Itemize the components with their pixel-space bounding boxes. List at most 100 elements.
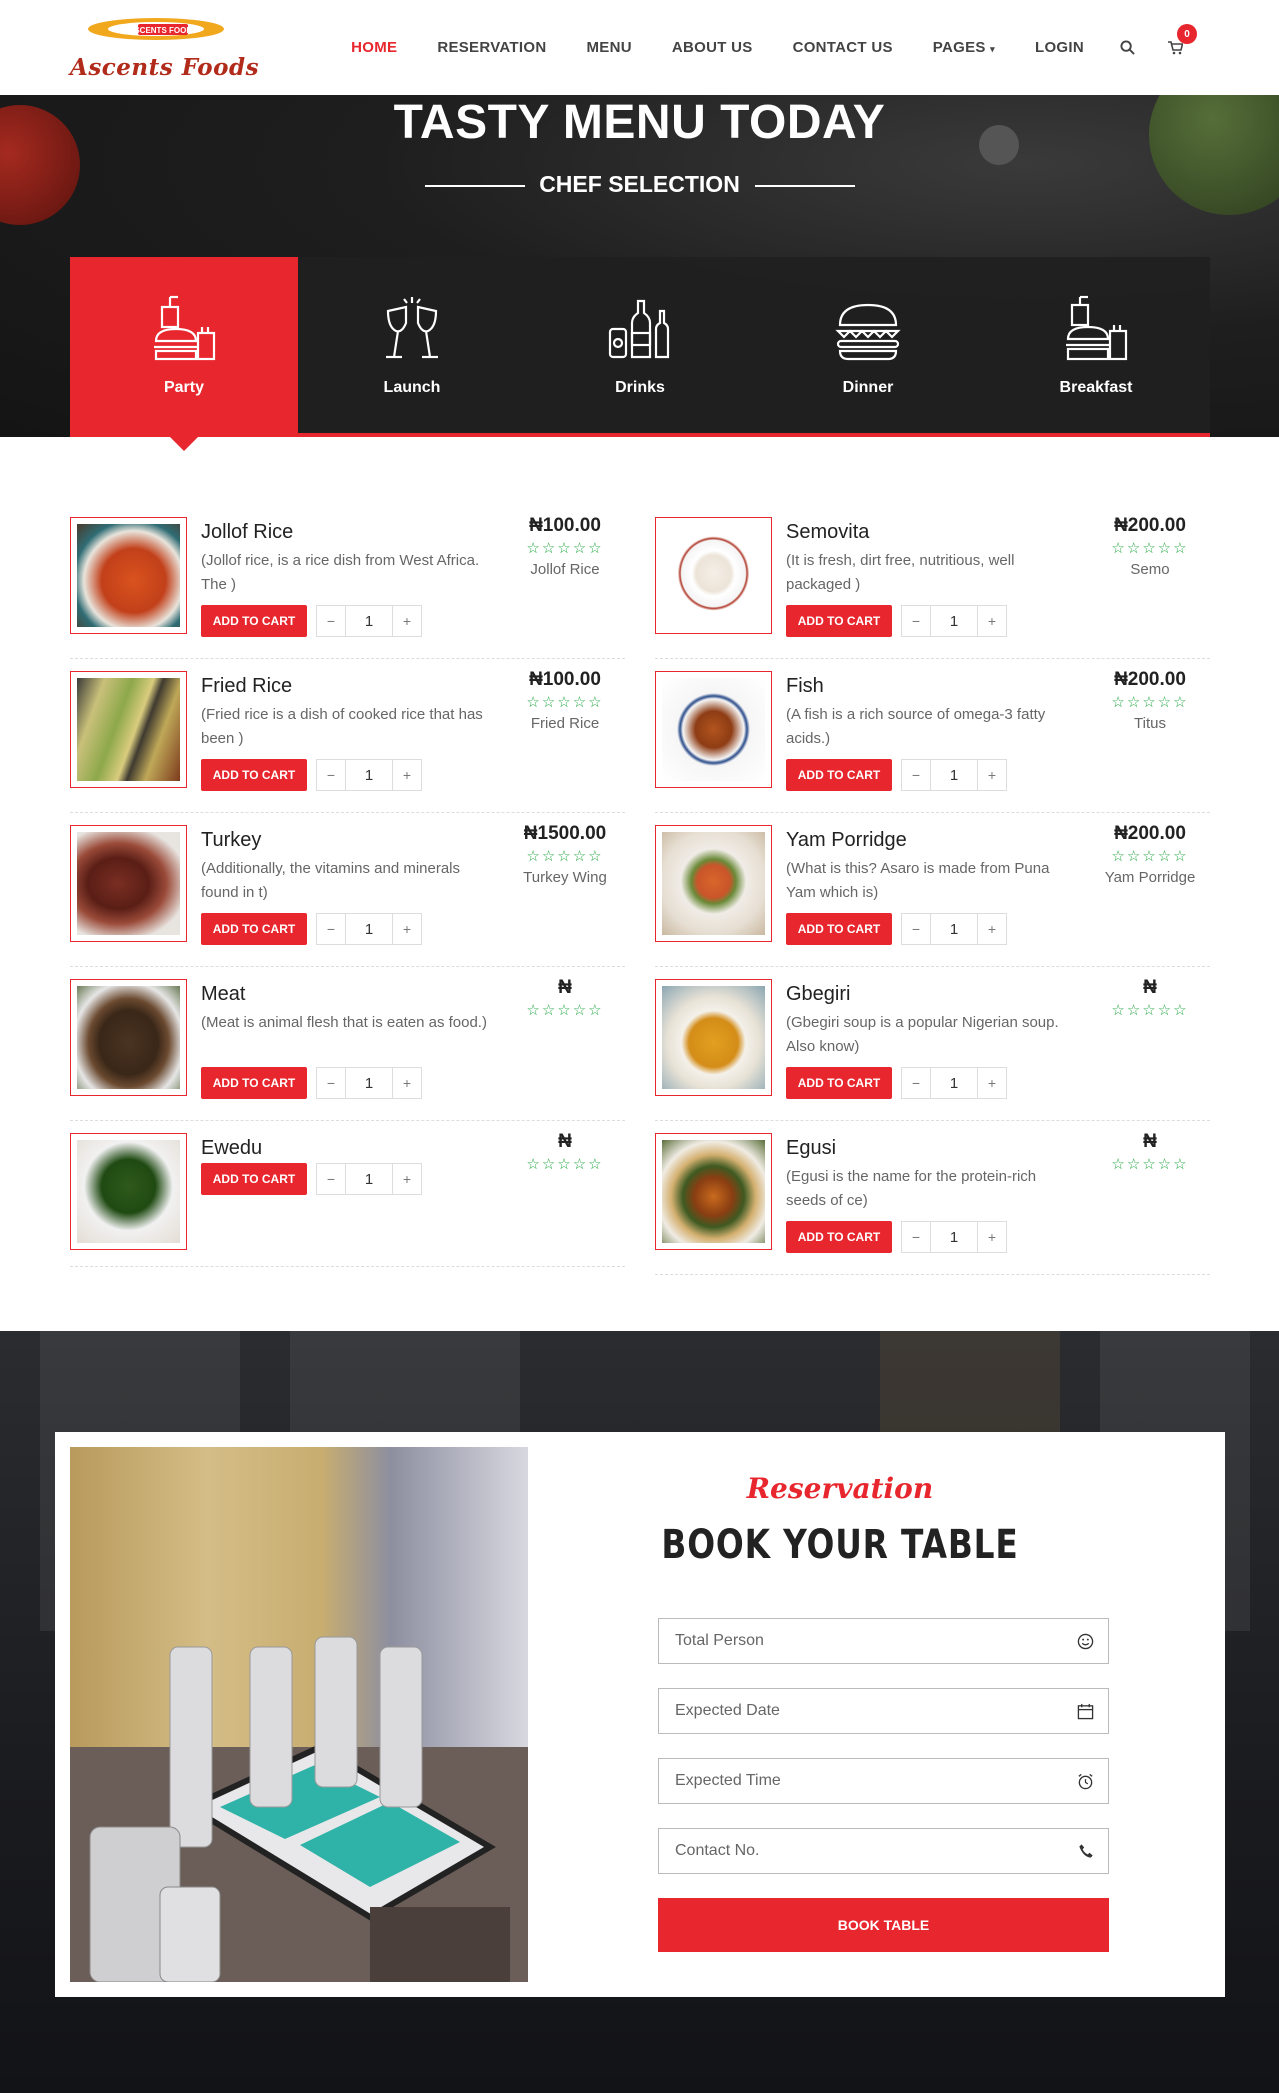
expected-time-field[interactable]: Expected Time xyxy=(658,1758,1109,1804)
tab-breakfast[interactable]: Breakfast xyxy=(982,257,1210,433)
item-name[interactable]: Ewedu xyxy=(201,1137,262,1160)
contact-number-field[interactable]: Contact No. xyxy=(658,1828,1109,1874)
add-to-cart-button[interactable]: ADD TO CART xyxy=(786,605,892,637)
increment-button[interactable]: + xyxy=(393,1068,421,1098)
quantity-input[interactable]: 1 xyxy=(345,760,393,790)
logo-text: Ascents Foods xyxy=(70,54,260,81)
food-image-egusi[interactable] xyxy=(655,1133,772,1250)
food-image-fish[interactable] xyxy=(655,671,772,788)
nav-home[interactable]: HOME xyxy=(331,39,417,56)
increment-button[interactable]: + xyxy=(978,1068,1006,1098)
quantity-input[interactable]: 1 xyxy=(345,606,393,636)
item-name[interactable]: Turkey xyxy=(201,829,261,852)
item-price: ₦200.00 xyxy=(1114,515,1186,536)
item-name[interactable]: Yam Porridge xyxy=(786,829,907,852)
nav-reservation[interactable]: RESERVATION xyxy=(417,39,566,56)
quantity-input[interactable]: 1 xyxy=(930,1068,978,1098)
add-to-cart-button[interactable]: ADD TO CART xyxy=(201,759,307,791)
contact-number-placeholder: Contact No. xyxy=(675,1842,760,1859)
decrement-button[interactable]: − xyxy=(317,760,345,790)
rating-stars[interactable]: ☆☆☆☆☆ xyxy=(1090,1155,1210,1173)
decrement-button[interactable]: − xyxy=(317,606,345,636)
food-image-yam-porridge[interactable] xyxy=(655,825,772,942)
add-to-cart-button[interactable]: ADD TO CART xyxy=(201,605,307,637)
food-image-semovita[interactable] xyxy=(655,517,772,634)
price-block: ₦100.00 ☆☆☆☆☆ Jollof Rice xyxy=(505,515,625,578)
increment-button[interactable]: + xyxy=(978,914,1006,944)
food-image-turkey[interactable] xyxy=(70,825,187,942)
food-image-meat[interactable] xyxy=(70,979,187,1096)
add-to-cart-button[interactable]: ADD TO CART xyxy=(201,1163,307,1195)
add-to-cart-button[interactable]: ADD TO CART xyxy=(786,1221,892,1253)
increment-button[interactable]: + xyxy=(393,914,421,944)
tab-launch[interactable]: Launch xyxy=(298,257,526,433)
increment-button[interactable]: + xyxy=(978,1222,1006,1252)
decrement-button[interactable]: − xyxy=(317,1068,345,1098)
rating-stars[interactable]: ☆☆☆☆☆ xyxy=(505,1001,625,1019)
item-name[interactable]: Jollof Rice xyxy=(201,521,293,544)
quantity-input[interactable]: 1 xyxy=(345,914,393,944)
site-logo[interactable]: ASCENTS FOODS Ascents Foods xyxy=(70,12,259,84)
quantity-input[interactable]: 1 xyxy=(930,914,978,944)
nav-menu[interactable]: MENU xyxy=(566,39,651,56)
decrement-button[interactable]: − xyxy=(902,606,930,636)
increment-button[interactable]: + xyxy=(393,606,421,636)
item-name[interactable]: Egusi xyxy=(786,1137,836,1160)
item-name[interactable]: Fish xyxy=(786,675,824,698)
quantity-input[interactable]: 1 xyxy=(930,1222,978,1252)
nav-contact-us[interactable]: CONTACT US xyxy=(773,39,913,56)
cart-button[interactable]: 0 xyxy=(1151,24,1199,55)
total-person-field[interactable]: Total Person xyxy=(658,1618,1109,1664)
add-to-cart-button[interactable]: ADD TO CART xyxy=(201,1067,307,1099)
increment-button[interactable]: + xyxy=(978,606,1006,636)
dining-room-photo xyxy=(70,1447,528,1982)
expected-date-field[interactable]: Expected Date xyxy=(658,1688,1109,1734)
decrement-button[interactable]: − xyxy=(317,914,345,944)
item-name[interactable]: Semovita xyxy=(786,521,869,544)
tab-dinner[interactable]: Dinner xyxy=(754,257,982,433)
nav-pages[interactable]: PAGES ▾ xyxy=(913,39,1015,56)
decrement-button[interactable]: − xyxy=(317,1164,345,1194)
quantity-input[interactable]: 1 xyxy=(345,1068,393,1098)
item-price: ₦100.00 xyxy=(529,515,601,536)
rating-stars[interactable]: ☆☆☆☆☆ xyxy=(505,539,625,557)
rating-stars[interactable]: ☆☆☆☆☆ xyxy=(1090,693,1210,711)
increment-button[interactable]: + xyxy=(978,760,1006,790)
quantity-input[interactable]: 1 xyxy=(930,760,978,790)
item-name[interactable]: Meat xyxy=(201,983,245,1006)
decrement-button[interactable]: − xyxy=(902,760,930,790)
item-description: (Gbegiri soup is a popular Nigerian soup… xyxy=(786,1014,1059,1055)
item-name[interactable]: Gbegiri xyxy=(786,983,850,1006)
rating-stars[interactable]: ☆☆☆☆☆ xyxy=(505,1155,625,1173)
decrement-button[interactable]: − xyxy=(902,1068,930,1098)
food-image-ewedu[interactable] xyxy=(70,1133,187,1250)
cart-count-badge: 0 xyxy=(1177,24,1197,44)
food-image-gbegiri[interactable] xyxy=(655,979,772,1096)
add-to-cart-button[interactable]: ADD TO CART xyxy=(786,1067,892,1099)
add-to-cart-button[interactable]: ADD TO CART xyxy=(786,913,892,945)
rating-stars[interactable]: ☆☆☆☆☆ xyxy=(505,847,625,865)
item-price: ₦ xyxy=(1143,1131,1157,1152)
quantity-input[interactable]: 1 xyxy=(345,1164,393,1194)
food-image-fried-rice[interactable] xyxy=(70,671,187,788)
quantity-input[interactable]: 1 xyxy=(930,606,978,636)
food-image-jollof-rice[interactable] xyxy=(70,517,187,634)
nav-login[interactable]: LOGIN xyxy=(1015,39,1104,56)
tab-drinks[interactable]: Drinks xyxy=(526,257,754,433)
rating-stars[interactable]: ☆☆☆☆☆ xyxy=(505,693,625,711)
logo-plate-text: ASCENTS FOODS xyxy=(129,26,199,35)
increment-button[interactable]: + xyxy=(393,760,421,790)
decrement-button[interactable]: − xyxy=(902,1222,930,1252)
decrement-button[interactable]: − xyxy=(902,914,930,944)
book-table-button[interactable]: BOOK TABLE xyxy=(658,1898,1109,1952)
rating-stars[interactable]: ☆☆☆☆☆ xyxy=(1090,1001,1210,1019)
item-name[interactable]: Fried Rice xyxy=(201,675,292,698)
rating-stars[interactable]: ☆☆☆☆☆ xyxy=(1090,539,1210,557)
search-button[interactable] xyxy=(1104,40,1151,55)
rating-stars[interactable]: ☆☆☆☆☆ xyxy=(1090,847,1210,865)
tab-party[interactable]: Party xyxy=(70,257,298,451)
add-to-cart-button[interactable]: ADD TO CART xyxy=(201,913,307,945)
add-to-cart-button[interactable]: ADD TO CART xyxy=(786,759,892,791)
increment-button[interactable]: + xyxy=(393,1164,421,1194)
nav-about-us[interactable]: ABOUT US xyxy=(652,39,773,56)
